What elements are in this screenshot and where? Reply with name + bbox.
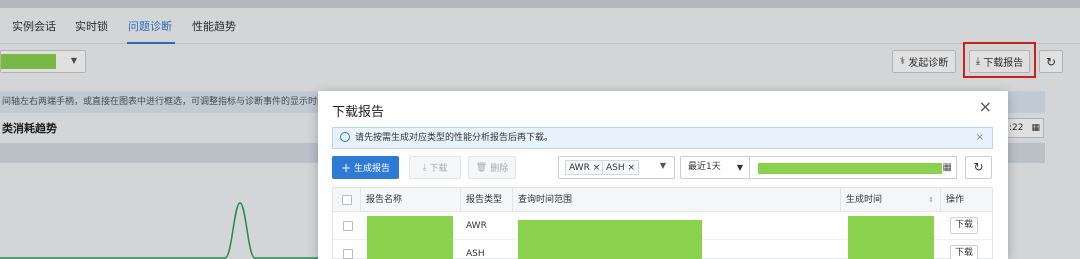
close-icon[interactable]: ×	[979, 97, 992, 116]
chevron-down-icon: ▼	[659, 161, 666, 170]
row-checkbox[interactable]	[343, 249, 353, 259]
row-download-button[interactable]: 下载	[950, 245, 978, 259]
download-button[interactable]: ⤓ 下载	[409, 156, 461, 179]
redacted-block	[367, 240, 453, 259]
date-range-picker[interactable]: ▦	[750, 156, 957, 179]
row-report-type: ASH	[466, 249, 485, 259]
col-actions: 操作	[946, 195, 965, 205]
dialog-title: 下载报告	[332, 105, 385, 120]
table-row: AWR 下载	[333, 212, 992, 240]
trash-icon: 🗑	[475, 162, 488, 173]
tag-ash-label: ASH	[606, 163, 625, 173]
lightbulb-icon	[340, 132, 350, 142]
tip-close-icon[interactable]: ×	[976, 128, 984, 148]
refresh-button[interactable]: ↻	[965, 156, 992, 179]
sort-icon: ⇕	[928, 196, 934, 204]
chevron-down-icon: ▼	[736, 163, 743, 172]
col-generated-time-label: 生成时间	[846, 195, 883, 205]
redacted-block	[848, 240, 934, 259]
redacted-block	[758, 163, 942, 174]
tip-alert: 请先按需生成对应类型的性能分析报告后再下载。 ×	[332, 127, 993, 149]
row-checkbox[interactable]	[343, 221, 353, 231]
report-table: 报告名称 报告类型 查询时间范围 生成时间 ⇕ 操作 AWR 下载 ASH 下载	[332, 187, 993, 259]
plus-icon: +	[340, 160, 352, 175]
col-query-range: 查询时间范围	[513, 188, 841, 212]
delete-label: 删除	[490, 164, 509, 174]
time-range-select[interactable]: 最近1天 ▼	[680, 156, 750, 179]
tag-awr-label: AWR	[569, 163, 590, 173]
table-header: 报告名称 报告类型 查询时间范围 生成时间 ⇕ 操作	[333, 188, 992, 212]
col-generated-time[interactable]: 生成时间 ⇕	[841, 188, 941, 212]
download-icon: ⤓	[422, 162, 427, 173]
col-report-type: 报告类型	[461, 188, 513, 212]
redacted-block	[518, 240, 702, 259]
tip-text: 请先按需生成对应类型的性能分析报告后再下载。	[355, 133, 554, 143]
select-all-checkbox[interactable]	[342, 195, 352, 205]
download-label: 下载	[429, 164, 448, 174]
refresh-icon: ↻	[973, 160, 984, 174]
generate-report-button[interactable]: + 生成报告	[332, 156, 399, 179]
redacted-block	[848, 216, 934, 240]
tag-awr[interactable]: AWR ×	[565, 160, 605, 175]
tag-ash[interactable]: ASH ×	[602, 160, 640, 175]
row-download-button[interactable]: 下载	[950, 217, 978, 234]
col-report-name: 报告名称	[361, 188, 461, 212]
report-type-select[interactable]: AWR × ASH × ▼	[558, 156, 675, 179]
redacted-block	[518, 220, 702, 240]
download-report-dialog: 下载报告 × 请先按需生成对应类型的性能分析报告后再下载。 × + 生成报告 ⤓…	[318, 91, 1008, 259]
time-range-label: 最近1天	[688, 162, 721, 172]
select-all-cell	[333, 188, 361, 212]
calendar-icon: ▦	[942, 162, 952, 173]
table-row: ASH 下载	[333, 240, 992, 259]
generate-report-label: 生成报告	[354, 164, 391, 174]
row-report-type: AWR	[466, 221, 487, 231]
delete-button[interactable]: 🗑 删除	[468, 156, 516, 179]
redacted-block	[367, 216, 453, 240]
